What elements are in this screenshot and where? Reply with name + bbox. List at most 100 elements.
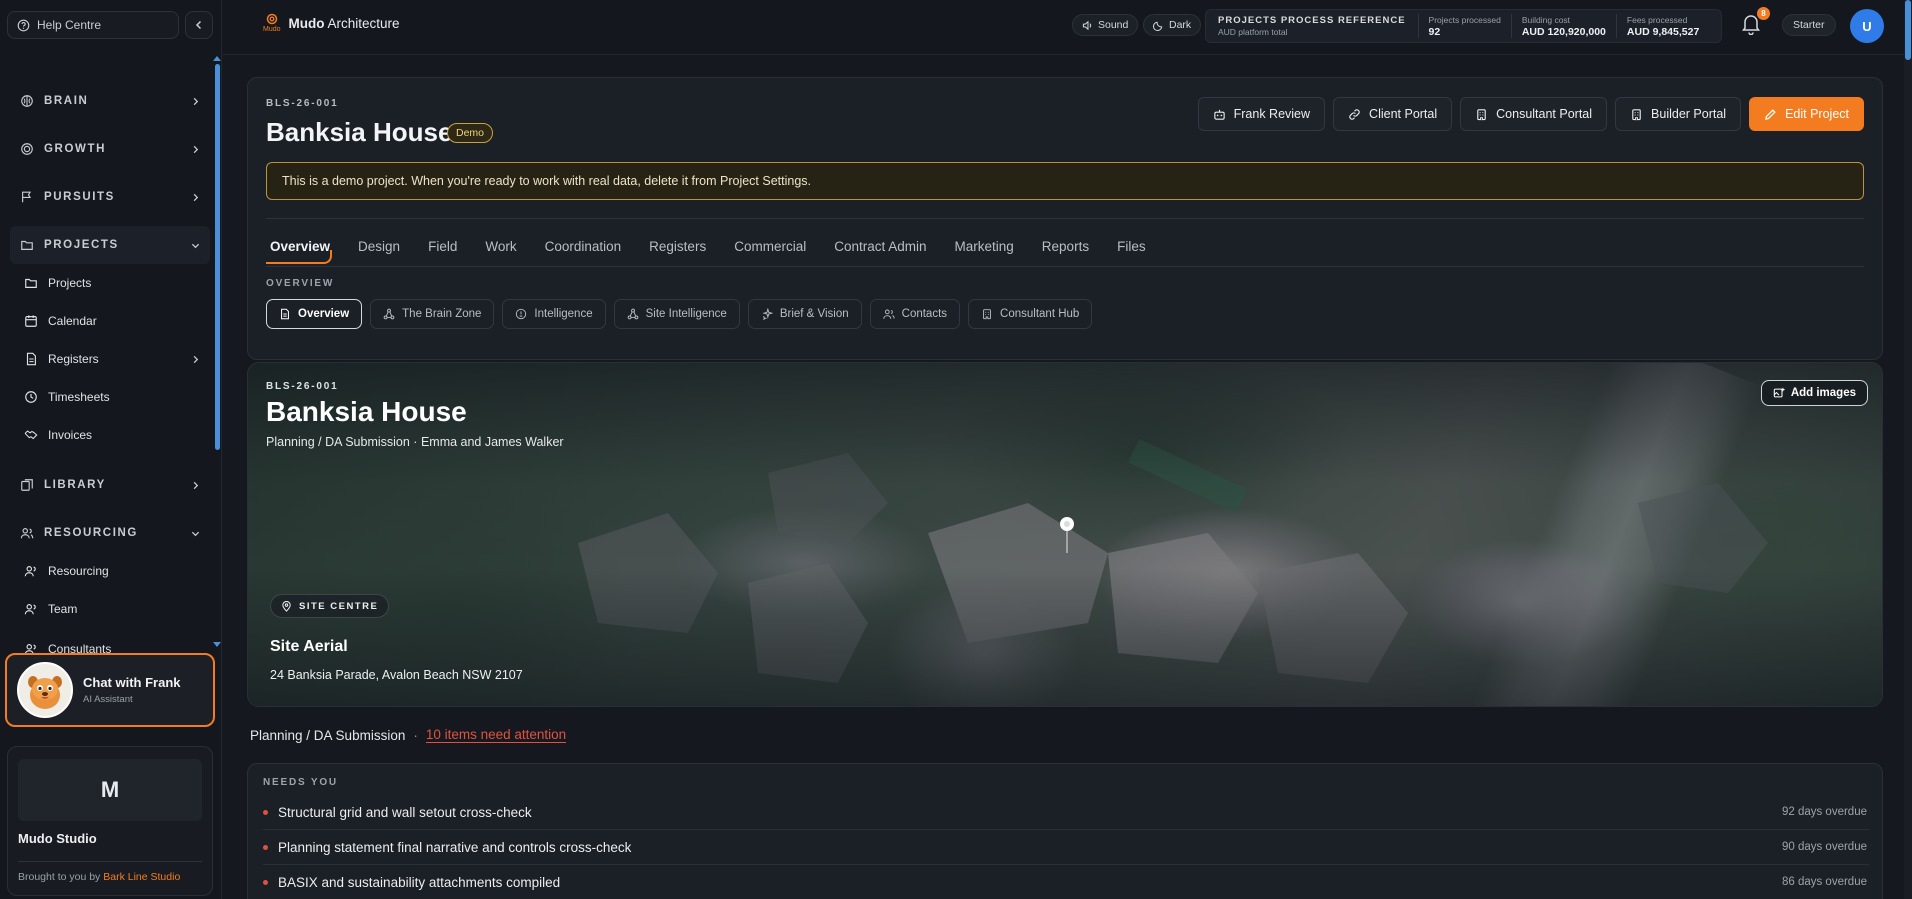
stat-projects-processed: Projects processed 92 xyxy=(1419,14,1512,38)
collapse-sidebar-button[interactable] xyxy=(185,11,213,39)
nav-section-pursuits[interactable]: PURSUITS xyxy=(10,178,210,216)
brand[interactable]: Mudo Mudo Architecture xyxy=(263,13,400,33)
subtab-contacts[interactable]: Contacts xyxy=(869,299,961,329)
demo-badge: Demo xyxy=(447,123,494,143)
stat-value: 92 xyxy=(1428,25,1441,38)
nav-section-label: RESOURCING xyxy=(44,527,138,539)
nav-section-label: GROWTH xyxy=(44,143,106,155)
sidebar-item-calendar[interactable]: Calendar xyxy=(10,302,210,340)
tab-files[interactable]: Files xyxy=(1113,228,1158,264)
site-address: 24 Banksia Parade, Avalon Beach NSW 2107 xyxy=(270,668,523,682)
stat-building-cost: Building cost AUD 120,920,000 xyxy=(1512,14,1617,38)
sound-toggle[interactable]: Sound xyxy=(1072,14,1139,36)
add-images-button[interactable]: Add images xyxy=(1760,380,1868,406)
subtab-intelligence[interactable]: Intelligence xyxy=(502,299,606,329)
frank-review-button[interactable]: Frank Review xyxy=(1197,97,1326,131)
subtab-site-intelligence[interactable]: Site Intelligence xyxy=(613,299,740,329)
subtab-label: Intelligence xyxy=(534,308,593,320)
chat-with-frank-card[interactable]: Chat with Frank AI Assistant xyxy=(5,653,215,727)
map-pin-icon xyxy=(1057,515,1077,555)
list-item[interactable]: Structural grid and wall setout cross-ch… xyxy=(263,795,1869,830)
tab-coordination[interactable]: Coordination xyxy=(541,228,634,264)
tab-contract-admin[interactable]: Contract Admin xyxy=(830,228,938,264)
project-header-card: BLS-26-001 Banksia House Demo Frank Revi… xyxy=(247,77,1883,360)
tab-commercial[interactable]: Commercial xyxy=(730,228,818,264)
topbar: Mudo Mudo Architecture Sound Dark PROJEC… xyxy=(223,0,1912,55)
sidebar-item-team[interactable]: Team xyxy=(10,590,210,628)
network-icon xyxy=(627,308,639,320)
sidebar-item-invoices[interactable]: Invoices xyxy=(10,416,210,454)
nav-section-label: PROJECTS xyxy=(44,239,119,251)
building-icon xyxy=(1475,108,1488,121)
plan-badge[interactable]: Starter xyxy=(1782,14,1836,36)
tab-field[interactable]: Field xyxy=(424,228,469,264)
sidebar-item-consultants[interactable]: Consultants xyxy=(10,628,210,656)
document-icon xyxy=(24,352,38,366)
client-portal-button[interactable]: Client Portal xyxy=(1333,97,1453,131)
sidebar-item-resourcing[interactable]: Resourcing xyxy=(10,552,210,590)
stats-subtitle: AUD platform total xyxy=(1218,27,1288,37)
sound-label: Sound xyxy=(1098,19,1129,31)
list-item[interactable]: Planning statement final narrative and c… xyxy=(263,830,1869,865)
nav-section-brain[interactable]: BRAIN xyxy=(10,82,210,120)
tab-marketing[interactable]: Marketing xyxy=(951,228,1026,264)
task-due: 90 days overdue xyxy=(1781,841,1867,853)
studio-logo: M xyxy=(18,759,202,821)
tab-reports[interactable]: Reports xyxy=(1038,228,1101,264)
task-due: 86 days overdue xyxy=(1781,876,1867,888)
help-row: Help Centre xyxy=(7,11,213,39)
chat-title: Chat with Frank xyxy=(83,675,181,690)
credit-link[interactable]: Bark Line Studio xyxy=(103,871,180,883)
page-scrollbar-thumb[interactable] xyxy=(1905,0,1911,60)
site-tag-label: SITE CENTRE xyxy=(299,600,379,612)
tab-registers[interactable]: Registers xyxy=(645,228,718,264)
sidebar-item-registers[interactable]: Registers xyxy=(10,340,210,378)
scroll-down-arrow[interactable] xyxy=(213,642,221,647)
subtab-label: Site Intelligence xyxy=(645,308,727,320)
lightbulb-icon xyxy=(515,308,527,320)
brand-name-rest: Architecture xyxy=(327,15,400,31)
users-icon xyxy=(24,564,38,578)
nav-section-library[interactable]: LIBRARY xyxy=(10,466,210,504)
target-icon xyxy=(20,142,34,156)
page-scrollbar[interactable] xyxy=(1904,0,1912,899)
nav-section-projects[interactable]: PROJECTS xyxy=(10,226,210,264)
process-reference-stats: PROJECTS PROCESS REFERENCE AUD platform … xyxy=(1205,9,1722,43)
list-item[interactable]: BASIX and sustainability attachments com… xyxy=(263,865,1869,899)
needs-you-card: NEEDS YOU Structural grid and wall setou… xyxy=(247,763,1883,899)
project-code: BLS-26-001 xyxy=(266,98,339,109)
builder-portal-button[interactable]: Builder Portal xyxy=(1615,97,1742,131)
theme-toggle[interactable]: Dark xyxy=(1143,14,1202,36)
subtab-consultant-hub[interactable]: Consultant Hub xyxy=(968,299,1093,329)
add-images-label: Add images xyxy=(1790,387,1856,399)
tab-overview[interactable]: Overview xyxy=(266,228,342,264)
scroll-up-arrow[interactable] xyxy=(213,56,221,61)
subtab-brain-zone[interactable]: The Brain Zone xyxy=(370,299,495,329)
flag-icon xyxy=(20,190,34,204)
help-centre-button[interactable]: Help Centre xyxy=(7,11,179,39)
consultant-portal-button[interactable]: Consultant Portal xyxy=(1460,97,1608,131)
sidebar-item-timesheets[interactable]: Timesheets xyxy=(10,378,210,416)
sidebar-item-projects[interactable]: Projects xyxy=(10,264,210,302)
notification-count-badge: 8 xyxy=(1757,7,1770,20)
edit-project-button[interactable]: Edit Project xyxy=(1749,97,1864,131)
chevron-left-icon xyxy=(194,20,204,30)
subtab-overview[interactable]: Overview xyxy=(266,299,363,329)
nav-section-resourcing[interactable]: RESOURCING xyxy=(10,514,210,552)
subtab-label: Consultant Hub xyxy=(1000,308,1080,320)
project-title: Banksia House xyxy=(266,117,453,147)
subtab-brief-vision[interactable]: Brief & Vision xyxy=(747,299,862,329)
sidebar-scrollbar[interactable] xyxy=(215,64,220,450)
tab-design[interactable]: Design xyxy=(354,228,412,264)
user-avatar[interactable]: U xyxy=(1850,9,1884,43)
chevron-down-icon xyxy=(191,241,200,250)
project-actions: Frank Review Client Portal Consultant Po… xyxy=(1197,97,1864,131)
speaker-icon xyxy=(1082,20,1093,31)
tab-work[interactable]: Work xyxy=(481,228,528,264)
stage-summary: Planning / DA Submission · 10 items need… xyxy=(250,727,567,743)
divider xyxy=(266,266,1864,267)
nav-section-growth[interactable]: GROWTH xyxy=(10,130,210,168)
attention-link[interactable]: 10 items need attention xyxy=(425,727,567,743)
brand-mark-label: Mudo xyxy=(263,26,281,33)
building-icon xyxy=(981,308,993,320)
